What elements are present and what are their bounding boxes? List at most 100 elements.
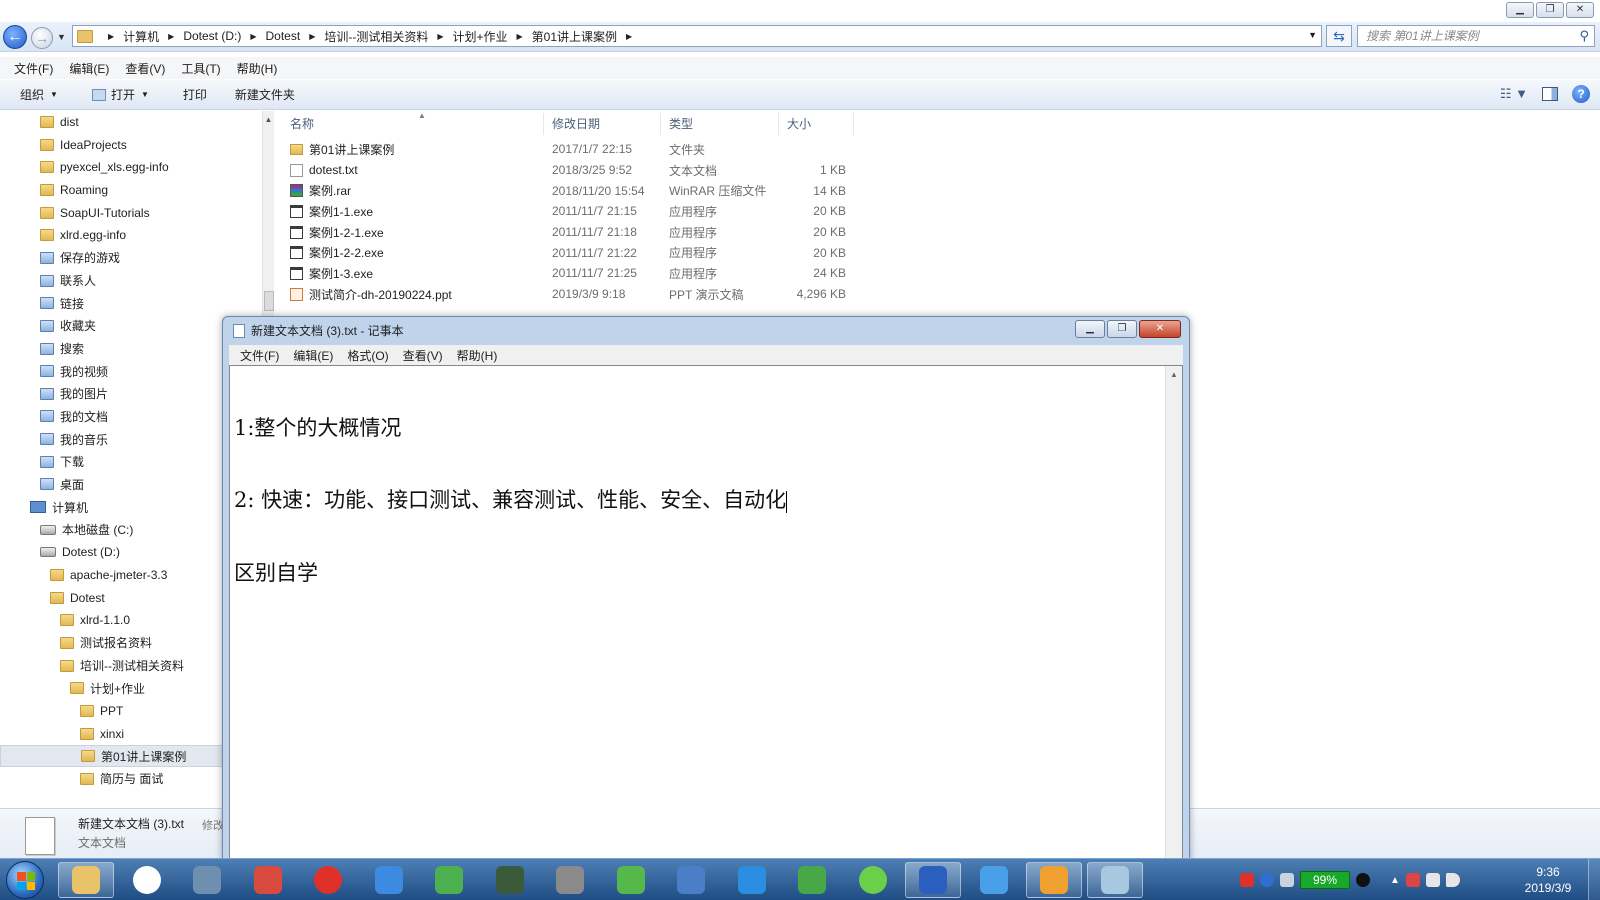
network-warning-icon[interactable] bbox=[1405, 873, 1420, 887]
battery-indicator[interactable]: 99% bbox=[1300, 871, 1350, 889]
keyboard-icon[interactable] bbox=[1280, 873, 1294, 887]
volume-icon[interactable] bbox=[1445, 873, 1460, 887]
file-row[interactable]: 案例1-2-1.exe 2011/11/7 21:18 应用程序 20 KB bbox=[282, 222, 882, 243]
print-button[interactable]: 打印 bbox=[173, 86, 217, 103]
taskbar-explorer-button[interactable] bbox=[58, 862, 114, 898]
breadcrumb-item[interactable]: Dotest (D:) ▶ bbox=[183, 28, 265, 45]
tree-item[interactable]: xlrd-1.1.0 bbox=[60, 609, 130, 631]
tree-item[interactable]: 计算机 bbox=[30, 496, 88, 518]
notepad-scrollbar[interactable]: ▲ bbox=[1165, 366, 1182, 860]
notepad-menu-format[interactable]: 格式(O) bbox=[340, 347, 395, 364]
column-type[interactable]: 类型 bbox=[661, 113, 779, 135]
taskbar-arrow-app-button[interactable] bbox=[966, 862, 1022, 898]
notepad-menu-view[interactable]: 查看(V) bbox=[396, 347, 450, 364]
notepad-minimize-button[interactable]: ▁ bbox=[1075, 320, 1105, 338]
file-row[interactable]: 案例1-1.exe 2011/11/7 21:15 应用程序 20 KB bbox=[282, 201, 882, 222]
tree-item[interactable]: apache-jmeter-3.3 bbox=[50, 564, 167, 586]
menu-help[interactable]: 帮助(H) bbox=[229, 60, 286, 77]
taskbar-wps-button[interactable] bbox=[905, 862, 961, 898]
notepad-menu-help[interactable]: 帮助(H) bbox=[450, 347, 505, 364]
tree-item[interactable]: Dotest (D:) bbox=[40, 541, 120, 563]
tree-item[interactable]: 培训--测试相关资料 bbox=[60, 655, 184, 677]
tree-item[interactable]: PPT bbox=[80, 700, 123, 722]
tree-item[interactable]: Dotest bbox=[50, 587, 105, 609]
recent-pages-dropdown[interactable]: ▼ bbox=[57, 32, 66, 42]
clock[interactable]: 9:36 2019/3/9 bbox=[1512, 864, 1584, 896]
file-row[interactable]: dotest.txt 2018/3/25 9:52 文本文档 1 KB bbox=[282, 160, 882, 181]
taskbar-refresh-app-button[interactable] bbox=[784, 862, 840, 898]
minimize-button[interactable]: ▁ bbox=[1506, 2, 1534, 18]
action-center-icon[interactable] bbox=[1425, 873, 1440, 887]
sogou-icon[interactable] bbox=[1240, 873, 1254, 887]
breadcrumb-separator-icon[interactable]: ▶ bbox=[309, 32, 315, 41]
show-desktop-button[interactable] bbox=[1588, 859, 1600, 900]
tree-item[interactable]: dist bbox=[40, 111, 79, 133]
taskbar-wechat-button[interactable] bbox=[845, 862, 901, 898]
tree-item[interactable]: 我的图片 bbox=[40, 383, 108, 405]
tree-item[interactable]: xinxi bbox=[80, 723, 124, 745]
file-row[interactable]: 案例1-2-2.exe 2011/11/7 21:22 应用程序 20 KB bbox=[282, 242, 882, 263]
preview-pane-icon[interactable] bbox=[1542, 87, 1558, 101]
show-hidden-icons-icon[interactable]: ▲ bbox=[1390, 875, 1400, 886]
breadcrumb-item[interactable]: 计划+作业 ▶ bbox=[453, 28, 532, 45]
taskbar-green-app-button[interactable] bbox=[603, 862, 659, 898]
menu-tools[interactable]: 工具(T) bbox=[173, 60, 228, 77]
help-tray-icon[interactable] bbox=[1260, 873, 1274, 887]
taskbar-winrar-button[interactable] bbox=[1026, 862, 1082, 898]
taskbar-media-player-button[interactable] bbox=[179, 862, 235, 898]
notepad-menu-edit[interactable]: 编辑(E) bbox=[286, 347, 340, 364]
menu-file[interactable]: 文件(F) bbox=[6, 60, 61, 77]
tree-item[interactable]: 我的视频 bbox=[40, 360, 108, 382]
notepad-menu-file[interactable]: 文件(F) bbox=[233, 347, 286, 364]
taskbar-blue-bird-app-button[interactable] bbox=[724, 862, 780, 898]
taskbar-document-app-button[interactable] bbox=[663, 862, 719, 898]
tree-item[interactable]: 链接 bbox=[40, 292, 84, 314]
tree-item[interactable]: IdeaProjects bbox=[40, 134, 127, 156]
menu-view[interactable]: 查看(V) bbox=[117, 60, 173, 77]
address-bar[interactable]: ▶ 计算机 ▶ Dotest (D:) ▶ Dotest ▶ 培训--测试相关资料 ▶ 计划+作… bbox=[72, 25, 1322, 47]
tree-item[interactable]: 本地磁盘 (C:) bbox=[40, 519, 133, 541]
menu-edit[interactable]: 编辑(E) bbox=[61, 60, 117, 77]
breadcrumb-item[interactable]: 培训--测试相关资料 ▶ bbox=[324, 28, 452, 45]
taskbar-notepad-button[interactable] bbox=[1086, 862, 1143, 898]
search-input[interactable] bbox=[1358, 26, 1568, 46]
breadcrumb-item[interactable]: 第01讲上课案例 ▶ bbox=[532, 28, 642, 45]
taskbar-baidu-netdisk-button[interactable] bbox=[361, 862, 417, 898]
refresh-button[interactable]: ⇆ bbox=[1326, 25, 1352, 47]
notepad-text-area[interactable]: 1:整个的大概情况 2: 快速：功能、接口测试、兼容测试、性能、安全、自动化 区… bbox=[229, 365, 1183, 861]
help-icon[interactable]: ? bbox=[1572, 85, 1590, 103]
file-row[interactable]: 案例.rar 2018/11/20 15:54 WinRAR 压缩文件 14 KB bbox=[282, 180, 882, 201]
breadcrumb-item[interactable]: Dotest ▶ bbox=[266, 28, 325, 45]
tree-item[interactable]: 搜索 bbox=[40, 338, 84, 360]
tree-item[interactable]: 下载 bbox=[40, 451, 84, 473]
breadcrumb-separator-icon[interactable]: ▶ bbox=[437, 32, 443, 41]
tree-item[interactable]: 我的音乐 bbox=[40, 428, 108, 450]
close-button[interactable]: ✕ bbox=[1566, 2, 1594, 18]
restore-button[interactable]: ❐ bbox=[1536, 2, 1564, 18]
file-row[interactable]: 案例1-3.exe 2011/11/7 21:25 应用程序 24 KB bbox=[282, 263, 882, 284]
breadcrumb-separator-icon[interactable]: ▶ bbox=[168, 32, 174, 41]
scroll-thumb[interactable] bbox=[264, 291, 274, 311]
tree-item[interactable]: xlrd.egg-info bbox=[40, 224, 126, 246]
column-date[interactable]: 修改日期 bbox=[544, 113, 661, 135]
power-plug-icon[interactable] bbox=[1356, 873, 1370, 887]
back-button[interactable]: ← bbox=[3, 25, 27, 49]
taskbar-remote-desktop-button[interactable] bbox=[542, 862, 598, 898]
search-icon[interactable]: ⚲ bbox=[1579, 28, 1589, 44]
tree-item[interactable]: 我的文档 bbox=[40, 405, 108, 427]
file-row[interactable]: 第01讲上课案例 2017/1/7 22:15 文件夹 bbox=[282, 139, 882, 160]
taskbar-netease-music-button[interactable] bbox=[300, 862, 356, 898]
new-folder-button[interactable]: 新建文件夹 bbox=[225, 86, 305, 103]
breadcrumb-separator-icon[interactable]: ▶ bbox=[517, 32, 523, 41]
tree-item[interactable]: 测试报名资料 bbox=[60, 632, 152, 654]
taskbar-leaf-app-button[interactable] bbox=[421, 862, 477, 898]
scroll-up-arrow[interactable]: ▲ bbox=[263, 115, 274, 124]
tree-item[interactable]: 联系人 bbox=[40, 270, 96, 292]
breadcrumb-separator-icon[interactable]: ▶ bbox=[626, 32, 632, 41]
tree-item[interactable]: Roaming bbox=[40, 179, 108, 201]
taskbar-paint-tool-button[interactable] bbox=[240, 862, 296, 898]
change-view-icon[interactable]: ☷ ▼ bbox=[1500, 86, 1528, 102]
open-button[interactable]: 打开 ▼ bbox=[82, 86, 159, 103]
taskbar-chrome-button[interactable] bbox=[119, 862, 175, 898]
breadcrumb-root-arrow[interactable]: ▶ bbox=[99, 32, 123, 41]
